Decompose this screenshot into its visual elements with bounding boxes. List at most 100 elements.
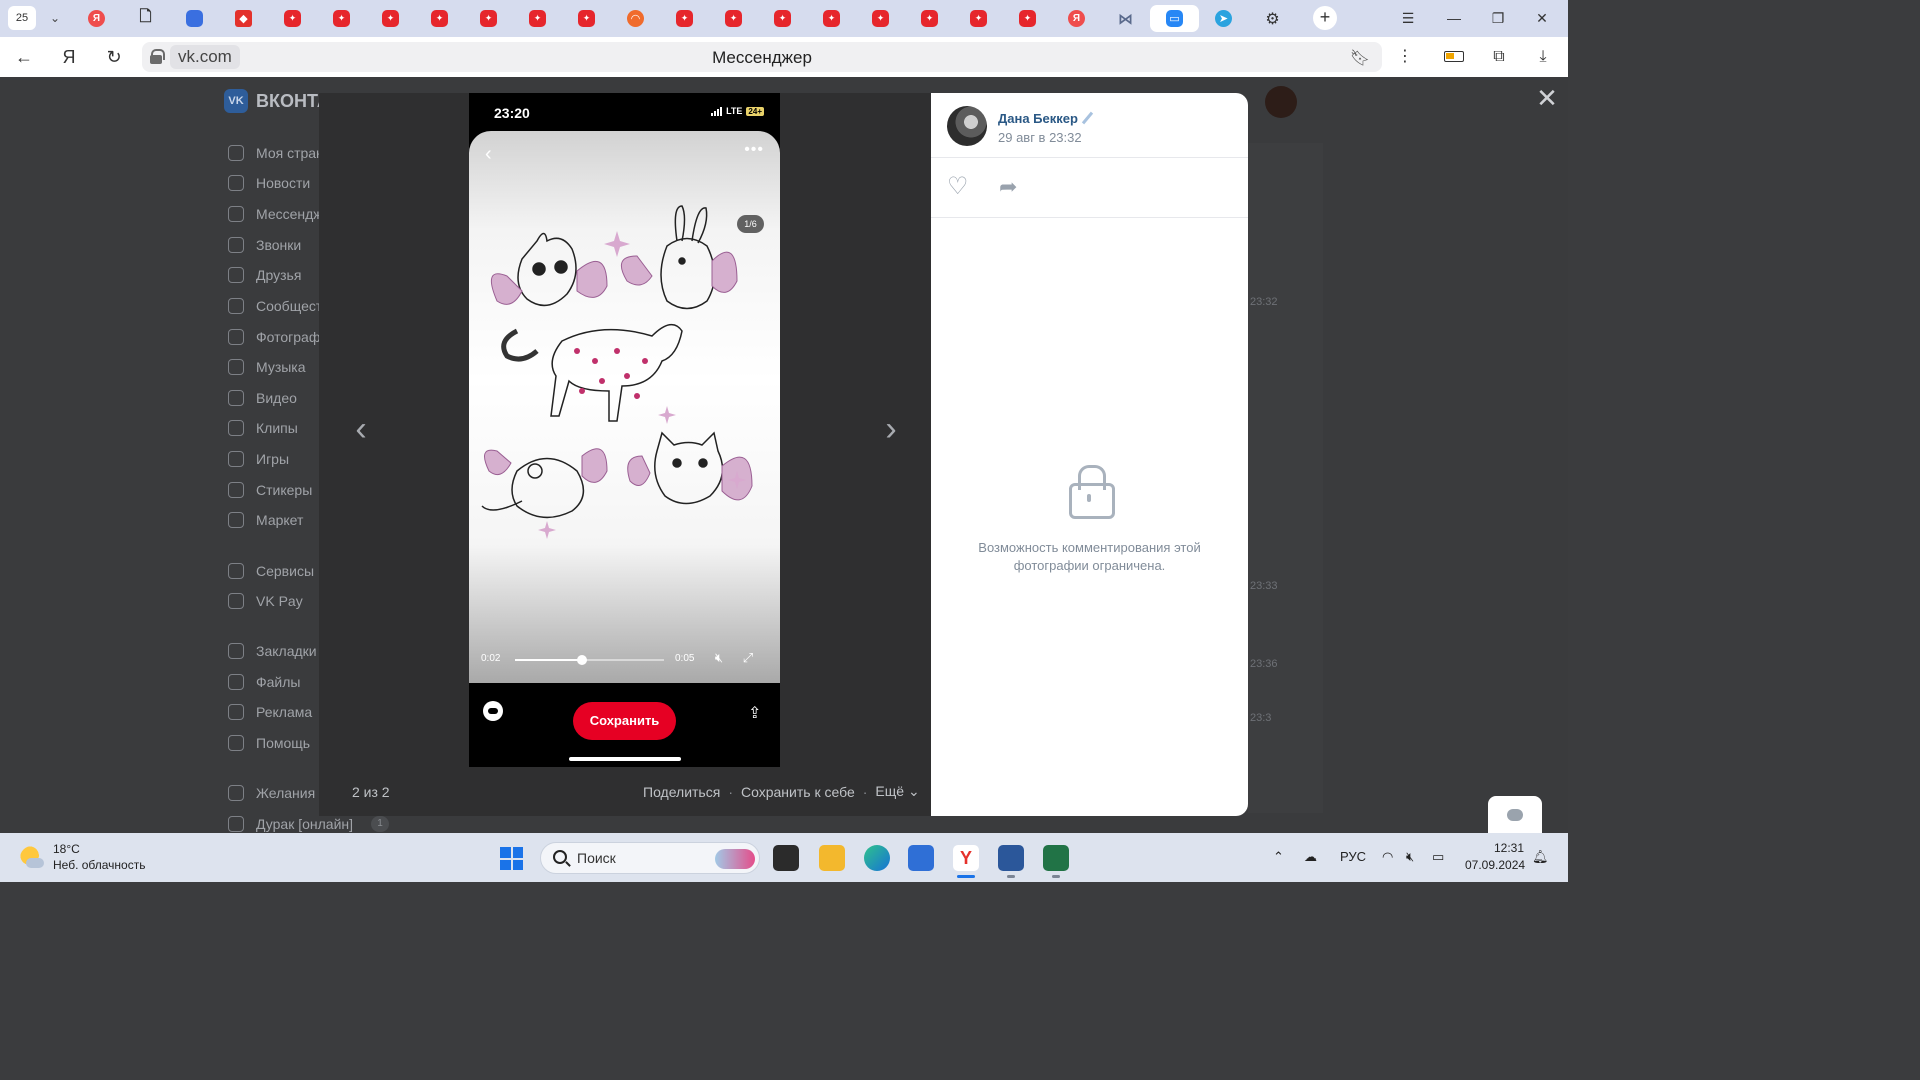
microsoft-store-icon[interactable]: [908, 845, 934, 871]
share-link[interactable]: Поделиться: [643, 784, 720, 800]
edge-browser-icon[interactable]: [864, 845, 890, 871]
browser-tab[interactable]: [758, 5, 807, 32]
show-hidden-icons-chevron-icon[interactable]: ⌃: [1273, 849, 1284, 865]
browser-tab[interactable]: ⋈: [1101, 5, 1150, 32]
word-icon[interactable]: [998, 845, 1024, 878]
browser-tab[interactable]: Я: [72, 5, 121, 32]
vk-logo[interactable]: VK ВКОНТА: [224, 89, 330, 113]
translate-icon[interactable]: ⧉: [1486, 45, 1512, 69]
sidebar-item[interactable]: Моя стран: [228, 143, 324, 163]
sidebar-item[interactable]: Звонки: [228, 235, 301, 255]
tab-list-chevron-icon[interactable]: ⌄: [44, 6, 66, 30]
sidebar-item[interactable]: Мессендж: [228, 204, 323, 224]
battery-icon[interactable]: ▭: [1432, 849, 1444, 865]
close-window-icon[interactable]: ✕: [1522, 6, 1562, 30]
weather-partly-cloudy-icon[interactable]: [20, 846, 44, 870]
sidebar-item[interactable]: Закладки: [228, 641, 317, 661]
back-icon[interactable]: ←: [12, 45, 36, 69]
sidebar-item[interactable]: Маркет: [228, 510, 303, 530]
sidebar-item[interactable]: Дурак [онлайн] 1: [228, 814, 390, 833]
browser-tab[interactable]: [856, 5, 905, 32]
sidebar-item-icon: [228, 390, 244, 406]
browser-tab[interactable]: [954, 5, 1003, 32]
browser-tab[interactable]: [268, 5, 317, 32]
sidebar-item[interactable]: Игры: [228, 449, 289, 469]
browser-tab[interactable]: ➤: [1199, 5, 1248, 32]
browser-tab[interactable]: [513, 5, 562, 32]
browser-tab[interactable]: ⚙: [1248, 5, 1297, 32]
reload-icon[interactable]: ↻: [102, 45, 126, 69]
browser-tab[interactable]: [709, 5, 758, 32]
like-heart-icon[interactable]: ♡: [947, 175, 971, 199]
next-photo-arrow-icon[interactable]: ›: [879, 409, 903, 449]
post-date[interactable]: 29 авг в 23:32: [998, 130, 1082, 145]
browser-tab[interactable]: [366, 5, 415, 32]
profile-avatar[interactable]: [1265, 86, 1297, 118]
sidebar-item[interactable]: Клипы: [228, 418, 298, 438]
author-avatar[interactable]: [947, 106, 987, 146]
bookmark-icon[interactable]: 🔖︎: [1350, 48, 1370, 68]
more-dropdown[interactable]: Ещё ⌄: [875, 783, 919, 800]
browser-tab[interactable]: Я: [1052, 5, 1101, 32]
browser-tab[interactable]: [660, 5, 709, 32]
taskbar-search[interactable]: Поиск: [540, 842, 760, 874]
battery-saver-icon[interactable]: [1444, 51, 1464, 62]
sidebar-item-icon: [228, 145, 244, 161]
tab-counter[interactable]: 25: [8, 6, 36, 30]
sidebar-item[interactable]: Новости: [228, 173, 310, 193]
sidebar-item[interactable]: Желания: [228, 783, 315, 803]
browser-tab[interactable]: ▭: [1150, 5, 1199, 32]
author-name[interactable]: Дана Беккер: [998, 111, 1078, 126]
minimize-icon[interactable]: —: [1434, 6, 1474, 30]
browser-tab[interactable]: [1003, 5, 1052, 32]
onedrive-icon[interactable]: ☁: [1304, 849, 1317, 865]
weather-description[interactable]: Неб. облачность: [53, 858, 145, 872]
sidebar-item[interactable]: VK Pay: [228, 591, 303, 611]
restore-icon[interactable]: ❐: [1478, 6, 1518, 30]
share-arrow-icon[interactable]: ➦: [999, 175, 1023, 199]
viewer-close-icon[interactable]: ✕: [1535, 85, 1559, 111]
chat-bubble-button[interactable]: [1488, 796, 1542, 836]
previous-photo-arrow-icon[interactable]: ‹: [349, 409, 373, 449]
sidebar-item[interactable]: Друзья: [228, 265, 301, 285]
clock-date[interactable]: 07.09.2024: [1465, 858, 1525, 872]
sidebar-item[interactable]: Музыка: [228, 357, 306, 377]
sidebar-item[interactable]: Реклама: [228, 702, 312, 722]
sidebar-item[interactable]: Сервисы: [228, 561, 314, 581]
browser-menu-icon[interactable]: ☰: [1388, 6, 1428, 30]
windows-start-icon[interactable]: [500, 847, 523, 870]
url-field[interactable]: vk.com Мессенджер 🔖︎: [142, 42, 1382, 72]
more-options-icon[interactable]: ⋮: [1392, 45, 1418, 69]
browser-tab[interactable]: [170, 5, 219, 32]
browser-tab[interactable]: [464, 5, 513, 32]
weather-temperature[interactable]: 18°C: [53, 842, 80, 856]
browser-tab[interactable]: ◠: [611, 5, 660, 32]
new-tab-button[interactable]: +: [1313, 6, 1337, 30]
notification-bell-icon[interactable]: 🔔︎: [1532, 849, 1549, 865]
browser-tab[interactable]: [317, 5, 366, 32]
browser-tab[interactable]: [905, 5, 954, 32]
sidebar-item[interactable]: Сообщест: [228, 296, 322, 316]
browser-tab[interactable]: [807, 5, 856, 32]
sidebar-item[interactable]: Видео: [228, 388, 297, 408]
file-explorer-icon[interactable]: [819, 845, 845, 871]
wifi-icon[interactable]: ◠: [1382, 849, 1393, 865]
browser-tab[interactable]: [415, 5, 464, 32]
volume-muted-icon[interactable]: 🔇︎: [1406, 849, 1414, 865]
download-icon[interactable]: ⤓: [1530, 45, 1556, 69]
input-language[interactable]: РУС: [1340, 849, 1366, 864]
task-view-icon[interactable]: [773, 845, 799, 871]
sidebar-item[interactable]: Помощь: [228, 733, 310, 753]
sidebar-item[interactable]: Файлы: [228, 672, 300, 692]
browser-tab[interactable]: ◆: [219, 5, 268, 32]
excel-icon[interactable]: [1043, 845, 1069, 878]
clock-time[interactable]: 12:31: [1494, 841, 1524, 855]
browser-tab[interactable]: [562, 5, 611, 32]
phone-more-icon: •••: [744, 141, 764, 158]
yandex-browser-icon[interactable]: Y: [953, 845, 979, 878]
browser-tab[interactable]: 🗋︎: [121, 5, 170, 32]
sidebar-item[interactable]: Фотограф: [228, 327, 320, 347]
save-to-me-link[interactable]: Сохранить к себе: [741, 784, 855, 800]
yandex-home-icon[interactable]: Я: [57, 45, 81, 69]
sidebar-item[interactable]: Стикеры: [228, 480, 312, 500]
